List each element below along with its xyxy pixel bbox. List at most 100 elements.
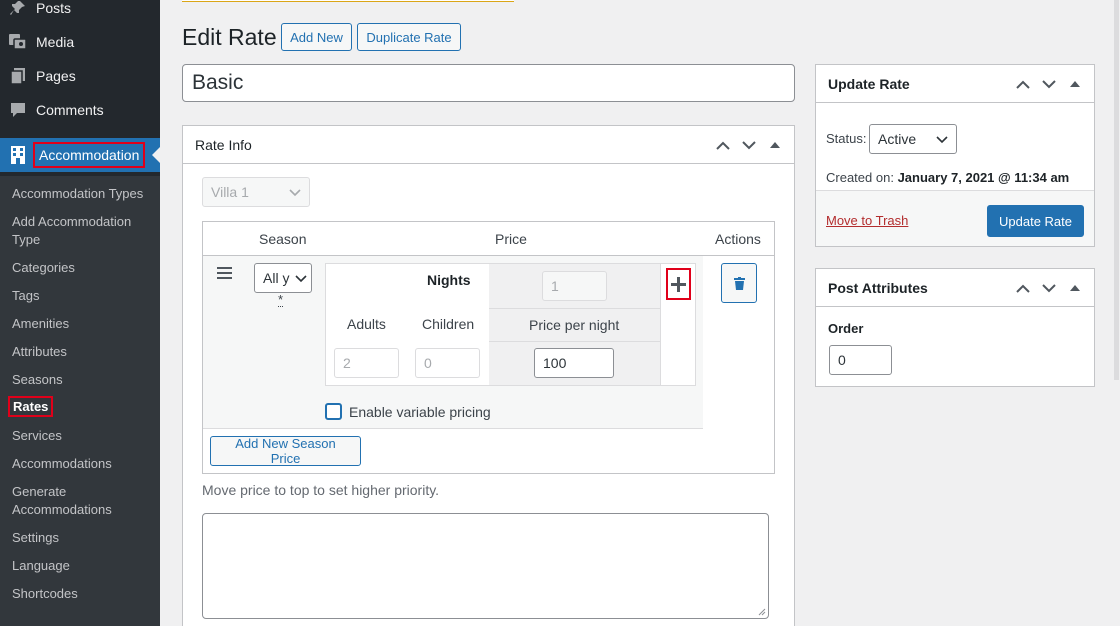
accommodation-select-value: Villa 1 [211,184,249,200]
duplicate-rate-button[interactable]: Duplicate Rate [357,23,461,51]
submenu-shortcodes[interactable]: Shortcodes [12,585,157,603]
move-up-icon[interactable] [712,135,734,155]
submenu-add-accommodation-type[interactable]: Add Accommodation Type [12,213,157,249]
add-new-button[interactable]: Add New [281,23,352,51]
resize-handle-icon[interactable] [758,608,766,616]
season-column-header: Season [259,231,307,247]
price-grid-divider-2 [489,341,660,342]
submenu-accommodation-types[interactable]: Accommodation Types [12,185,157,203]
price-per-night-label: Price per night [529,317,620,333]
building-icon [8,145,28,165]
price-column-header: Price [495,231,527,247]
adults-label: Adults [347,316,386,332]
submenu-tags[interactable]: Tags [12,287,157,305]
adults-input[interactable]: 2 [334,348,399,378]
menu-comments-label: Comments [36,102,104,118]
update-rate-controls [1012,74,1086,94]
submenu-attributes[interactable]: Attributes [12,343,157,361]
season-select[interactable]: All y [254,263,312,293]
order-label: Order [828,321,864,336]
plus-icon [671,276,686,292]
submenu-amenities[interactable]: Amenities [12,315,157,333]
menu-media-label: Media [36,34,75,50]
price-grid-divider-3 [660,264,661,385]
add-price-button[interactable] [666,268,691,300]
nights-label: Nights [427,272,471,288]
comments-icon [8,100,28,120]
submenu-settings[interactable]: Settings [12,529,157,547]
add-new-season-price-button[interactable]: Add New Season Price [210,436,361,466]
menu-posts[interactable]: Posts [0,0,160,25]
chevron-down-icon [289,189,301,197]
submenu-accommodations[interactable]: Accommodations [12,455,157,473]
update-rate-title: Update Rate [828,75,910,92]
delete-season-button[interactable] [721,263,757,303]
season-select-value: All y [263,270,290,286]
update-rate-button[interactable]: Update Rate [987,205,1084,237]
rate-info-header: Rate Info [183,126,794,164]
required-mark: * [278,292,284,307]
submenu-seasons[interactable]: Seasons [12,371,157,389]
created-on: Created on: January 7, 2021 @ 11:34 am [826,170,1069,185]
move-up-icon[interactable] [1012,278,1034,298]
order-input[interactable]: 0 [829,345,892,375]
submenu-generate-accommodations[interactable]: Generate Accommodations [12,483,157,519]
move-down-icon[interactable] [1038,74,1060,94]
enable-variable-pricing-checkbox[interactable] [325,403,342,420]
accommodation-submenu: Accommodation Types Add Accommodation Ty… [0,176,160,626]
menu-posts-label: Posts [36,0,72,16]
price-per-night-input[interactable]: 100 [534,348,614,378]
accommodation-select[interactable]: Villa 1 [202,177,310,207]
price-grid-divider-1 [489,308,660,309]
menu-accommodation[interactable]: Accommodation [0,138,160,172]
page-title: Edit Rate [182,24,277,50]
created-on-value: January 7, 2021 @ 11:34 am [897,170,1070,185]
move-down-icon[interactable] [1038,278,1060,298]
rate-info-controls [712,135,786,155]
chevron-down-icon [936,136,948,144]
children-input[interactable]: 0 [415,348,480,378]
pages-icon [8,66,28,86]
priority-note: Move price to top to set higher priority… [202,482,440,498]
created-on-label: Created on: [826,170,894,185]
drag-handle-icon[interactable] [217,267,233,282]
menu-media[interactable]: Media [0,25,160,59]
collapse-toggle-icon[interactable] [764,135,786,155]
notice-bar [182,0,514,2]
submenu-rates-label: Rates [8,396,54,417]
description-textarea[interactable] [202,513,769,619]
table-header-divider [203,255,774,256]
children-label: Children [422,316,475,332]
move-to-trash-link[interactable]: Move to Trash [826,213,908,228]
nights-input[interactable]: 1 [542,271,607,301]
active-menu-arrow [152,147,160,163]
rate-info-title: Rate Info [195,136,252,153]
enable-variable-pricing-label: Enable variable pricing [349,404,491,420]
post-attributes-controls [1012,278,1086,298]
submenu-rates[interactable]: Rates [8,396,157,417]
collapse-toggle-icon[interactable] [1064,74,1086,94]
collapse-toggle-icon[interactable] [1064,278,1086,298]
row-divider [203,428,703,429]
status-label: Status: [826,131,867,146]
pin-icon [8,0,28,18]
menu-accommodation-label: Accommodation [33,142,146,168]
scrollbar-track[interactable] [1113,0,1120,626]
menu-pages-label: Pages [36,68,76,84]
rate-title-input[interactable]: Basic [182,64,795,102]
menu-comments[interactable]: Comments [0,93,160,127]
submenu-categories[interactable]: Categories [12,259,157,277]
submenu-services[interactable]: Services [12,427,157,445]
post-attributes-title: Post Attributes [828,279,928,296]
move-up-icon[interactable] [1012,74,1034,94]
move-down-icon[interactable] [738,135,760,155]
admin-sidebar: Posts Media Pages Comments Accommodation… [0,0,160,626]
actions-column-header: Actions [715,231,761,247]
media-icon [8,32,28,52]
menu-pages[interactable]: Pages [0,59,160,93]
status-select[interactable]: Active [869,124,957,154]
trash-icon [733,276,745,290]
submenu-language[interactable]: Language [12,557,157,575]
status-select-value: Active [878,131,917,147]
scrollbar-thumb[interactable] [1114,0,1119,380]
